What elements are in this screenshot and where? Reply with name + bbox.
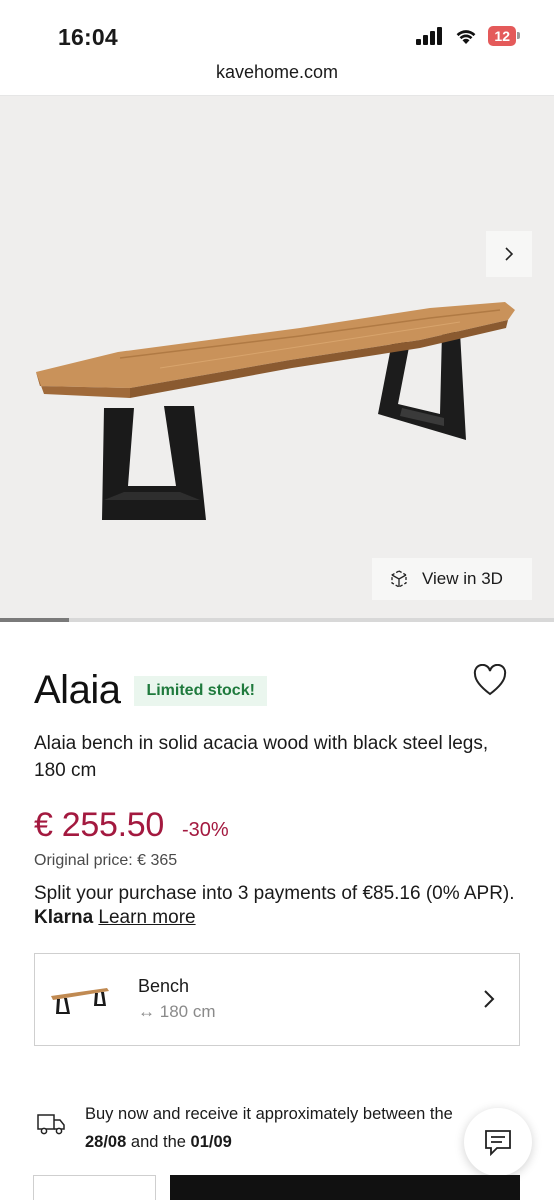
- variant-thumbnail: [51, 988, 109, 1014]
- klarna-text: Split your purchase into 3 payments of €…: [34, 883, 515, 904]
- chat-button[interactable]: [464, 1108, 532, 1176]
- truck-icon: [37, 1114, 65, 1135]
- current-price: € 255.50: [34, 806, 164, 844]
- variant-selector[interactable]: Bench ↔ 180 cm: [34, 953, 520, 1046]
- view-in-3d-button[interactable]: View in 3D: [372, 558, 532, 600]
- price-row: € 255.50 -30%: [34, 806, 229, 845]
- product-description: Alaia bench in solid acacia wood with bl…: [34, 733, 489, 781]
- view-in-3d-label: View in 3D: [422, 569, 503, 588]
- status-time: 16:04: [58, 24, 118, 50]
- wishlist-button[interactable]: [472, 663, 508, 703]
- klarna-brand: Klarna: [34, 907, 94, 928]
- delivery-prefix: Buy now and receive it approximately bet…: [85, 1105, 453, 1123]
- gallery-progress-fill: [0, 618, 70, 622]
- delivery-date-from: 28/08: [85, 1133, 127, 1151]
- url-bar[interactable]: kavehome.com: [0, 62, 554, 96]
- signal-icon: [416, 27, 443, 45]
- original-price: Original price: € 365: [34, 852, 178, 869]
- klarna-info: Split your purchase into 3 payments of €…: [34, 882, 524, 930]
- delivery-connector: and the: [130, 1133, 186, 1151]
- wifi-icon: [457, 30, 476, 44]
- product-title: Alaia: [34, 668, 121, 712]
- title-row: Alaia Limited stock!: [34, 668, 267, 713]
- delivery-text: Buy now and receive it approximately bet…: [85, 1100, 525, 1156]
- gallery-progress-bar: [0, 618, 554, 622]
- chevron-right-icon: [505, 247, 514, 261]
- secondary-action-button[interactable]: [33, 1175, 156, 1200]
- gallery-next-button[interactable]: [486, 231, 532, 277]
- add-to-cart-button[interactable]: [170, 1175, 520, 1200]
- battery-icon: 12: [488, 26, 520, 46]
- product-gallery[interactable]: View in 3D: [0, 96, 554, 618]
- delivery-date-to: 01/09: [190, 1133, 232, 1151]
- variant-size: ↔ 180 cm: [138, 1002, 215, 1022]
- width-arrows-icon: ↔: [138, 1002, 155, 1021]
- klarna-learn-more-link[interactable]: Learn more: [98, 907, 195, 928]
- discount-percent: -30%: [181, 819, 229, 841]
- status-bar: 16:04 12: [0, 0, 554, 62]
- heart-icon: [473, 663, 507, 696]
- chat-icon: [485, 1130, 511, 1156]
- stock-badge: Limited stock!: [134, 675, 267, 706]
- product-image: [36, 302, 515, 520]
- variant-name: Bench: [138, 976, 190, 996]
- status-icons: 12: [416, 26, 520, 46]
- variant-size-value: 180 cm: [159, 1002, 216, 1021]
- 3d-cube-icon: [391, 570, 407, 588]
- chevron-right-icon: [484, 990, 495, 1008]
